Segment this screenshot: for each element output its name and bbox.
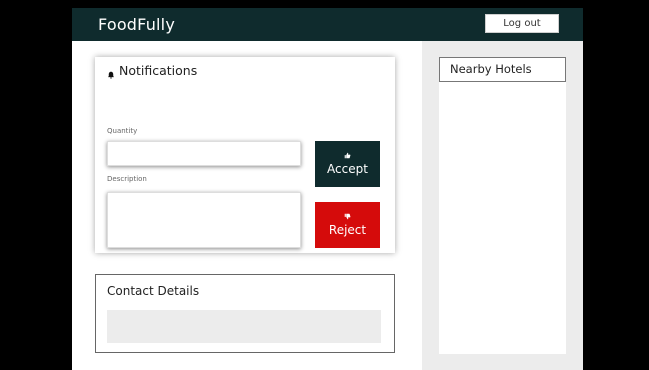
nearby-hotels-title: Nearby Hotels bbox=[439, 57, 566, 82]
bell-icon bbox=[107, 67, 115, 79]
thumbs-down-icon bbox=[344, 213, 351, 220]
notifications-heading: Notifications bbox=[107, 63, 198, 79]
notifications-title: Notifications bbox=[119, 63, 198, 78]
brand-logo[interactable]: FoodFully bbox=[98, 15, 175, 34]
thumbs-up-icon bbox=[344, 152, 351, 159]
contact-details-title: Contact Details bbox=[107, 284, 200, 298]
description-input[interactable] bbox=[107, 192, 301, 248]
side-panel: Nearby Hotels bbox=[422, 41, 583, 370]
top-navbar: FoodFully Log out bbox=[72, 8, 583, 41]
nearby-hotels-list[interactable]: Nearby Hotels bbox=[439, 57, 566, 354]
app-window: FoodFully Log out Notifications Quantity… bbox=[72, 8, 583, 370]
accept-button[interactable]: Accept bbox=[315, 141, 380, 187]
quantity-label: Quantity bbox=[107, 127, 138, 135]
reject-label: Reject bbox=[328, 223, 367, 237]
contact-details-content bbox=[107, 310, 381, 343]
reject-button[interactable]: Reject bbox=[315, 202, 380, 248]
accept-label: Accept bbox=[327, 162, 368, 176]
contact-details-card: Contact Details bbox=[95, 274, 395, 353]
notifications-card: Notifications Quantity Description Accep… bbox=[95, 57, 395, 253]
quantity-input[interactable] bbox=[107, 141, 301, 166]
description-label: Description bbox=[107, 175, 147, 183]
logout-button[interactable]: Log out bbox=[485, 14, 559, 33]
